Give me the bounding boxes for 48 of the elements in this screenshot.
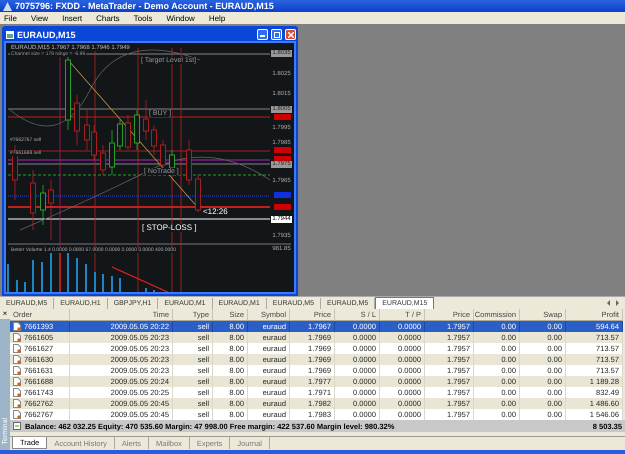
order-icon bbox=[13, 388, 21, 397]
price-marker bbox=[274, 114, 291, 120]
chart-window-title: EURAUD,M15 bbox=[17, 30, 76, 40]
candlestick bbox=[134, 110, 140, 150]
order-icon bbox=[13, 399, 21, 408]
menu-item[interactable]: Window bbox=[166, 14, 195, 22]
candlestick bbox=[186, 140, 192, 186]
menu-item[interactable]: View bbox=[30, 14, 48, 22]
menu-item[interactable]: Charts bbox=[96, 14, 120, 22]
order-icon bbox=[13, 410, 21, 419]
order-icon bbox=[13, 344, 21, 353]
close-icon bbox=[288, 32, 294, 38]
bar-timer: <12:26 bbox=[202, 208, 229, 216]
scroll-arrows-icon[interactable] bbox=[607, 300, 619, 306]
candlestick bbox=[30, 170, 36, 230]
candlestick bbox=[48, 180, 54, 240]
price-marker bbox=[274, 156, 291, 162]
candlestick bbox=[143, 100, 149, 140]
window-title: 7075796: FXDD - MetaTrader - Demo Account - EURAUD,M15 bbox=[0, 0, 625, 12]
level-label: [ STOP-LOSS ] bbox=[141, 224, 198, 232]
order-icon bbox=[13, 355, 21, 364]
price-marker bbox=[274, 147, 291, 153]
order-icon bbox=[13, 377, 21, 386]
close-button[interactable]: × bbox=[0, 309, 10, 319]
candlestick bbox=[74, 94, 80, 146]
price-marker bbox=[274, 204, 291, 210]
menu-item[interactable]: File bbox=[4, 14, 17, 22]
minimize-icon bbox=[260, 32, 265, 37]
maximize-icon bbox=[274, 32, 280, 38]
close-button[interactable] bbox=[285, 29, 296, 40]
candlestick bbox=[125, 114, 131, 150]
order-icon bbox=[13, 322, 21, 331]
candlestick bbox=[117, 120, 123, 150]
order-icon bbox=[13, 333, 21, 342]
candlestick bbox=[151, 124, 157, 156]
menu-item[interactable]: Insert bbox=[62, 14, 82, 22]
candlestick bbox=[100, 144, 106, 176]
candlestick bbox=[195, 174, 201, 212]
balance-icon bbox=[13, 422, 21, 430]
order-icon bbox=[13, 366, 21, 375]
candlestick bbox=[40, 184, 46, 226]
minimize-button[interactable] bbox=[257, 29, 268, 40]
candlestick bbox=[109, 130, 115, 176]
price-marker bbox=[274, 192, 291, 198]
menu-item[interactable]: Help bbox=[208, 14, 226, 22]
menu-item[interactable]: Tools bbox=[134, 14, 152, 22]
maximize-button[interactable] bbox=[271, 29, 282, 40]
chart-icon bbox=[6, 30, 14, 38]
